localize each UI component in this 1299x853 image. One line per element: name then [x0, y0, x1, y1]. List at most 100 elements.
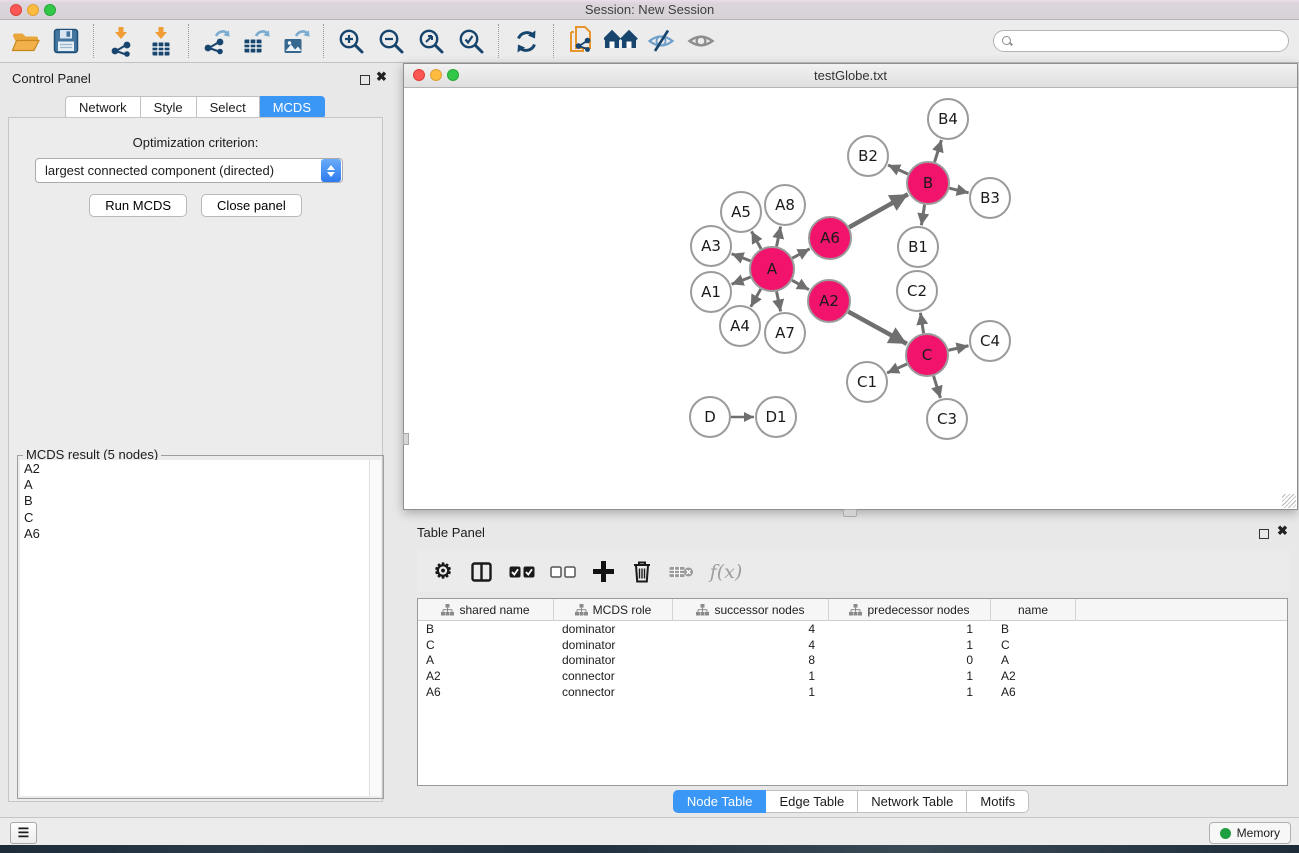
open-session-button[interactable]	[6, 23, 46, 59]
graph-node-B2[interactable]: B2	[848, 136, 888, 176]
import-network-button[interactable]	[101, 23, 141, 59]
delete-table-button[interactable]	[661, 554, 701, 590]
new-network-from-selection-button[interactable]	[561, 23, 601, 59]
column-header-name[interactable]: name	[991, 599, 1076, 620]
graph-edge-A-A3[interactable]	[732, 254, 751, 261]
graph-node-B3[interactable]: B3	[970, 178, 1010, 218]
divider-grip[interactable]	[403, 433, 409, 445]
graph-edge-A-A5[interactable]	[752, 231, 762, 248]
export-network-button[interactable]	[196, 23, 236, 59]
graph-node-A1[interactable]: A1	[691, 272, 731, 312]
search-input[interactable]	[1018, 32, 1288, 50]
graph-node-B4[interactable]: B4	[928, 99, 968, 139]
deselect-all-button[interactable]	[543, 554, 583, 590]
graph-node-A8[interactable]: A8	[765, 185, 805, 225]
add-column-button[interactable]	[583, 554, 623, 590]
graph-node-C4[interactable]: C4	[970, 321, 1010, 361]
show-graphics-details-button[interactable]	[681, 23, 721, 59]
tab-network[interactable]: Network	[65, 96, 141, 119]
graph-edge-B-B3[interactable]	[949, 188, 968, 193]
hide-graphics-details-button[interactable]	[641, 23, 681, 59]
column-settings-button[interactable]: ⚙	[425, 554, 461, 590]
search-field[interactable]	[993, 30, 1289, 52]
resize-grip-icon[interactable]	[1282, 494, 1296, 508]
graph-node-C3[interactable]: C3	[927, 399, 967, 439]
tab-edge-table[interactable]: Edge Table	[766, 790, 858, 813]
result-item[interactable]: C	[20, 510, 369, 526]
graph-edge-C-C2[interactable]	[920, 313, 923, 334]
graph-node-A5[interactable]: A5	[721, 192, 761, 232]
export-image-button[interactable]	[276, 23, 316, 59]
table-row[interactable]: A6connector11A6	[418, 684, 1287, 700]
tab-network-table[interactable]: Network Table	[858, 790, 967, 813]
optimization-criterion-select[interactable]: largest connected component (directed)	[35, 158, 343, 183]
graph-node-D[interactable]: D	[690, 397, 730, 437]
graph-edge-A2-C[interactable]	[848, 312, 907, 344]
graph-node-C1[interactable]: C1	[847, 362, 887, 402]
graph-edge-A-A7[interactable]	[777, 292, 781, 312]
graph-node-D1[interactable]: D1	[756, 397, 796, 437]
tab-select[interactable]: Select	[197, 96, 260, 119]
graph-edge-C-C4[interactable]	[948, 346, 968, 350]
column-header-MCDS-role[interactable]: MCDS role	[554, 599, 673, 620]
float-panel-icon[interactable]	[360, 72, 370, 90]
graph-edge-A-A8[interactable]	[777, 227, 781, 247]
graph-edge-B-B1[interactable]	[921, 205, 924, 226]
table-row[interactable]: Bdominator41B	[418, 621, 1287, 637]
split-view-button[interactable]	[461, 554, 501, 590]
graph-node-A7[interactable]: A7	[765, 313, 805, 353]
save-session-button[interactable]	[46, 23, 86, 59]
close-panel-button[interactable]: Close panel	[201, 194, 302, 217]
graph-node-C[interactable]: C	[906, 334, 948, 376]
function-builder-button[interactable]: f(x)	[701, 554, 751, 590]
first-neighbors-button[interactable]	[601, 23, 641, 59]
select-all-button[interactable]	[501, 554, 543, 590]
graph-node-B1[interactable]: B1	[898, 227, 938, 267]
column-header-predecessor-nodes[interactable]: predecessor nodes	[829, 599, 991, 620]
graph-edge-B-B4[interactable]	[935, 140, 942, 162]
graph-node-B[interactable]: B	[907, 162, 949, 204]
delete-columns-button[interactable]	[623, 554, 661, 590]
column-header-shared-name[interactable]: shared name	[418, 599, 554, 620]
tab-style[interactable]: Style	[141, 96, 197, 119]
graph-edge-C-C3[interactable]	[934, 376, 941, 398]
horizontal-divider-grip[interactable]	[843, 509, 857, 517]
result-item[interactable]: A6	[20, 526, 369, 542]
export-table-button[interactable]	[236, 23, 276, 59]
result-item[interactable]: A	[20, 477, 369, 493]
tab-motifs[interactable]: Motifs	[967, 790, 1029, 813]
result-list-scrollbar[interactable]	[369, 460, 381, 796]
network-canvas[interactable]: A A1 A2 A3 A4 A5 A6 A7 A8 B B1 B2 B3B4 C C1 C2 C3C4 D D1	[404, 88, 1297, 509]
table-row[interactable]: Adominator80A	[418, 653, 1287, 669]
tab-mcds[interactable]: MCDS	[260, 96, 325, 119]
float-panel-icon[interactable]	[1259, 526, 1269, 544]
graph-node-C2[interactable]: C2	[897, 271, 937, 311]
graph-node-A3[interactable]: A3	[691, 226, 731, 266]
graph-edge-A-A2[interactable]	[792, 280, 809, 289]
column-header-successor-nodes[interactable]: successor nodes	[673, 599, 829, 620]
graph-edge-C-C1[interactable]	[887, 364, 907, 373]
graph-node-A2[interactable]: A2	[808, 280, 850, 322]
import-table-button[interactable]	[141, 23, 181, 59]
run-mcds-button[interactable]: Run MCDS	[89, 194, 187, 217]
network-window-titlebar[interactable]: testGlobe.txt	[404, 64, 1297, 88]
zoom-selected-button[interactable]	[451, 23, 491, 59]
graph-node-A6[interactable]: A6	[809, 217, 851, 259]
table-row[interactable]: Cdominator41C	[418, 637, 1287, 653]
tab-node-table[interactable]: Node Table	[673, 790, 767, 813]
close-panel-icon[interactable]: ✖	[376, 72, 387, 82]
memory-button[interactable]: Memory	[1209, 822, 1291, 844]
result-item[interactable]: A2	[20, 461, 369, 477]
zoom-fit-button[interactable]	[411, 23, 451, 59]
graph-edge-A-A1[interactable]	[732, 277, 751, 284]
graph-node-A4[interactable]: A4	[720, 306, 760, 346]
task-history-button[interactable]: ☰	[10, 822, 37, 844]
table-row[interactable]: A2connector11A2	[418, 668, 1287, 684]
zoom-in-button[interactable]	[331, 23, 371, 59]
graph-edge-A-A4[interactable]	[751, 289, 761, 307]
graph-edge-B-B2[interactable]	[888, 165, 908, 174]
graph-edge-A-A6[interactable]	[792, 249, 809, 258]
close-panel-icon[interactable]: ✖	[1277, 526, 1288, 536]
zoom-out-button[interactable]	[371, 23, 411, 59]
graph-node-A[interactable]: A	[750, 247, 794, 291]
